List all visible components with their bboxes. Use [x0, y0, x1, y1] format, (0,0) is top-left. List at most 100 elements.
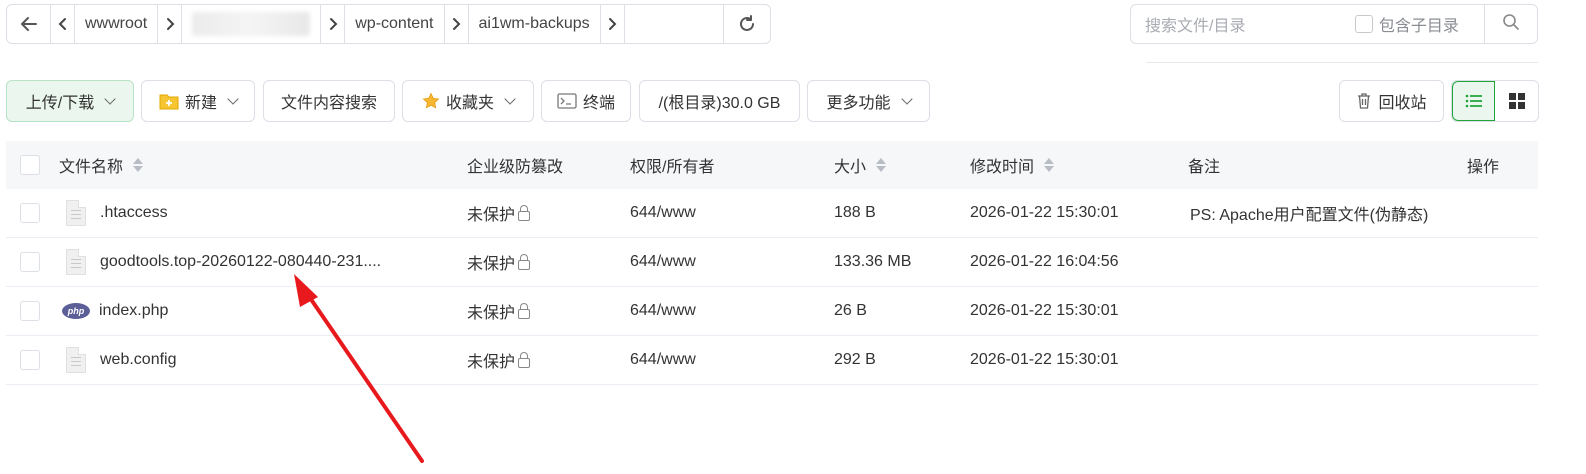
file-name-cell[interactable]: web.config — [66, 336, 177, 384]
row-checkbox[interactable] — [20, 238, 40, 286]
chevron-down-icon — [504, 93, 516, 105]
tamper-status[interactable]: 未保护 — [467, 336, 531, 384]
tamper-status[interactable]: 未保护 — [467, 189, 531, 237]
chevron-right-icon[interactable] — [601, 5, 625, 43]
recycle-bin-label: 回收站 — [1378, 95, 1427, 112]
favorites-label: 收藏夹 — [445, 95, 494, 112]
select-all-checkbox[interactable] — [20, 141, 40, 189]
path-segment[interactable]: ai1wm-backups — [469, 5, 601, 43]
include-subdir-checkbox[interactable]: 包含子目录 — [1354, 12, 1484, 36]
tamper-status-label: 未保护 — [467, 207, 516, 224]
unlock-icon — [518, 205, 531, 221]
tamper-status[interactable]: 未保护 — [467, 287, 531, 335]
chevron-down-icon — [104, 93, 116, 105]
table-row[interactable]: .htaccess 未保护 644/www 188 B 2026-01-22 1… — [6, 189, 1538, 238]
table-row[interactable]: php index.php 未保护 644/www 26 B 2026-01-2… — [6, 287, 1538, 336]
disk-button[interactable]: /(根目录)30.0 GB — [639, 80, 800, 122]
search-box: 搜索文件/目录 包含子目录 — [1130, 4, 1538, 44]
permission[interactable]: 644/www — [630, 189, 696, 237]
modified-time: 2026-01-22 16:04:56 — [970, 253, 1119, 270]
table-header: 文件名称 企业级防篡改 权限/所有者 大小 修改时间 备注 操作 — [6, 141, 1538, 189]
file-size: 188 B — [834, 204, 876, 221]
file-name[interactable]: .htaccess — [100, 204, 168, 222]
text-file-icon — [66, 347, 86, 373]
permission[interactable]: 644/www — [630, 238, 696, 286]
chevron-right-icon[interactable] — [321, 5, 346, 43]
list-view-icon[interactable] — [1452, 81, 1496, 121]
header-size-label: 大小 — [834, 159, 867, 176]
more-functions-button[interactable]: 更多功能 — [807, 80, 930, 122]
chevron-left-icon[interactable] — [51, 5, 75, 43]
modified-time: 2026-01-22 15:30:01 — [970, 351, 1119, 368]
path-segment[interactable]: wwwroot — [75, 5, 159, 43]
include-subdir-label: 包含子目录 — [1378, 18, 1459, 35]
file-name[interactable]: goodtools.top-20260122-080440-231.... — [100, 253, 381, 271]
checkbox[interactable] — [1354, 15, 1373, 33]
note[interactable]: PS: Apache用户配置文件(伪静态) — [1190, 189, 1428, 237]
sort-icon[interactable] — [876, 158, 887, 172]
permission[interactable]: 644/www — [630, 287, 696, 335]
header-name[interactable]: 文件名称 — [59, 141, 144, 189]
new-label: 新建 — [184, 95, 217, 112]
php-icon: php — [62, 303, 90, 319]
terminal-button[interactable]: 终端 — [541, 80, 631, 122]
grid-view-icon[interactable] — [1495, 81, 1538, 121]
back-arrow-icon[interactable] — [7, 5, 51, 43]
header-permission: 权限/所有者 — [630, 159, 715, 176]
tamper-status[interactable]: 未保护 — [467, 238, 531, 286]
file-name-cell[interactable]: goodtools.top-20260122-080440-231.... — [66, 238, 381, 286]
content-search-button[interactable]: 文件内容搜索 — [263, 80, 395, 122]
path-input-area[interactable] — [625, 5, 724, 43]
sort-icon[interactable] — [1044, 158, 1055, 172]
view-toggle — [1451, 80, 1539, 122]
header-mtime[interactable]: 修改时间 — [970, 141, 1055, 189]
header-size[interactable]: 大小 — [834, 141, 887, 189]
unlock-icon — [518, 303, 531, 319]
terminal-label: 终端 — [582, 95, 615, 112]
disk-label: /(根目录)30.0 GB — [658, 95, 781, 112]
more-functions-label: 更多功能 — [826, 95, 891, 112]
header-tamper: 企业级防篡改 — [467, 159, 564, 176]
chevron-right-icon[interactable] — [445, 5, 469, 43]
table-row[interactable]: goodtools.top-20260122-080440-231.... 未保… — [6, 238, 1538, 287]
upload-download-button[interactable]: 上传/下载 — [6, 80, 134, 122]
sort-icon[interactable] — [133, 158, 144, 172]
content-search-label: 文件内容搜索 — [280, 95, 377, 112]
path-segment[interactable]: wp-content — [345, 5, 445, 43]
table-row[interactable]: web.config 未保护 644/www 292 B 2026-01-22 … — [6, 336, 1538, 385]
header-note: 备注 — [1188, 159, 1221, 176]
tamper-status-label: 未保护 — [467, 256, 516, 273]
file-name[interactable]: index.php — [99, 302, 168, 320]
terminal-icon — [557, 93, 577, 109]
row-checkbox[interactable] — [20, 336, 40, 384]
redacted-blur — [192, 12, 311, 36]
row-checkbox[interactable] — [20, 287, 40, 335]
search-button[interactable] — [1483, 5, 1537, 43]
new-button[interactable]: 新建 — [141, 80, 255, 122]
permission[interactable]: 644/www — [630, 336, 696, 384]
modified-time: 2026-01-22 15:30:01 — [970, 302, 1119, 319]
refresh-icon[interactable] — [724, 5, 770, 43]
star-icon — [422, 92, 440, 110]
file-name-cell[interactable]: .htaccess — [66, 189, 168, 237]
header-name-label: 文件名称 — [59, 159, 124, 176]
search-icon — [1502, 13, 1520, 36]
path-bar: wwwroot wp-content ai1wm-backups — [6, 4, 771, 44]
modified-time: 2026-01-22 15:30:01 — [970, 204, 1119, 221]
header-operations: 操作 — [1467, 159, 1500, 176]
path-segment-redacted[interactable] — [182, 5, 322, 43]
new-folder-icon — [159, 92, 179, 110]
tamper-status-label: 未保护 — [467, 354, 516, 371]
favorites-button[interactable]: 收藏夹 — [402, 80, 534, 122]
row-checkbox[interactable] — [20, 189, 40, 237]
file-size: 133.36 MB — [834, 253, 912, 270]
file-name-cell[interactable]: php index.php — [62, 287, 168, 335]
chevron-down-icon — [227, 93, 239, 105]
chevron-right-icon[interactable] — [158, 5, 183, 43]
trash-icon — [1356, 92, 1372, 110]
file-name[interactable]: web.config — [100, 351, 177, 369]
recycle-bin-button[interactable]: 回收站 — [1339, 80, 1444, 122]
unlock-icon — [518, 352, 531, 368]
text-file-icon — [66, 249, 86, 275]
search-input[interactable]: 搜索文件/目录 — [1131, 12, 1355, 36]
